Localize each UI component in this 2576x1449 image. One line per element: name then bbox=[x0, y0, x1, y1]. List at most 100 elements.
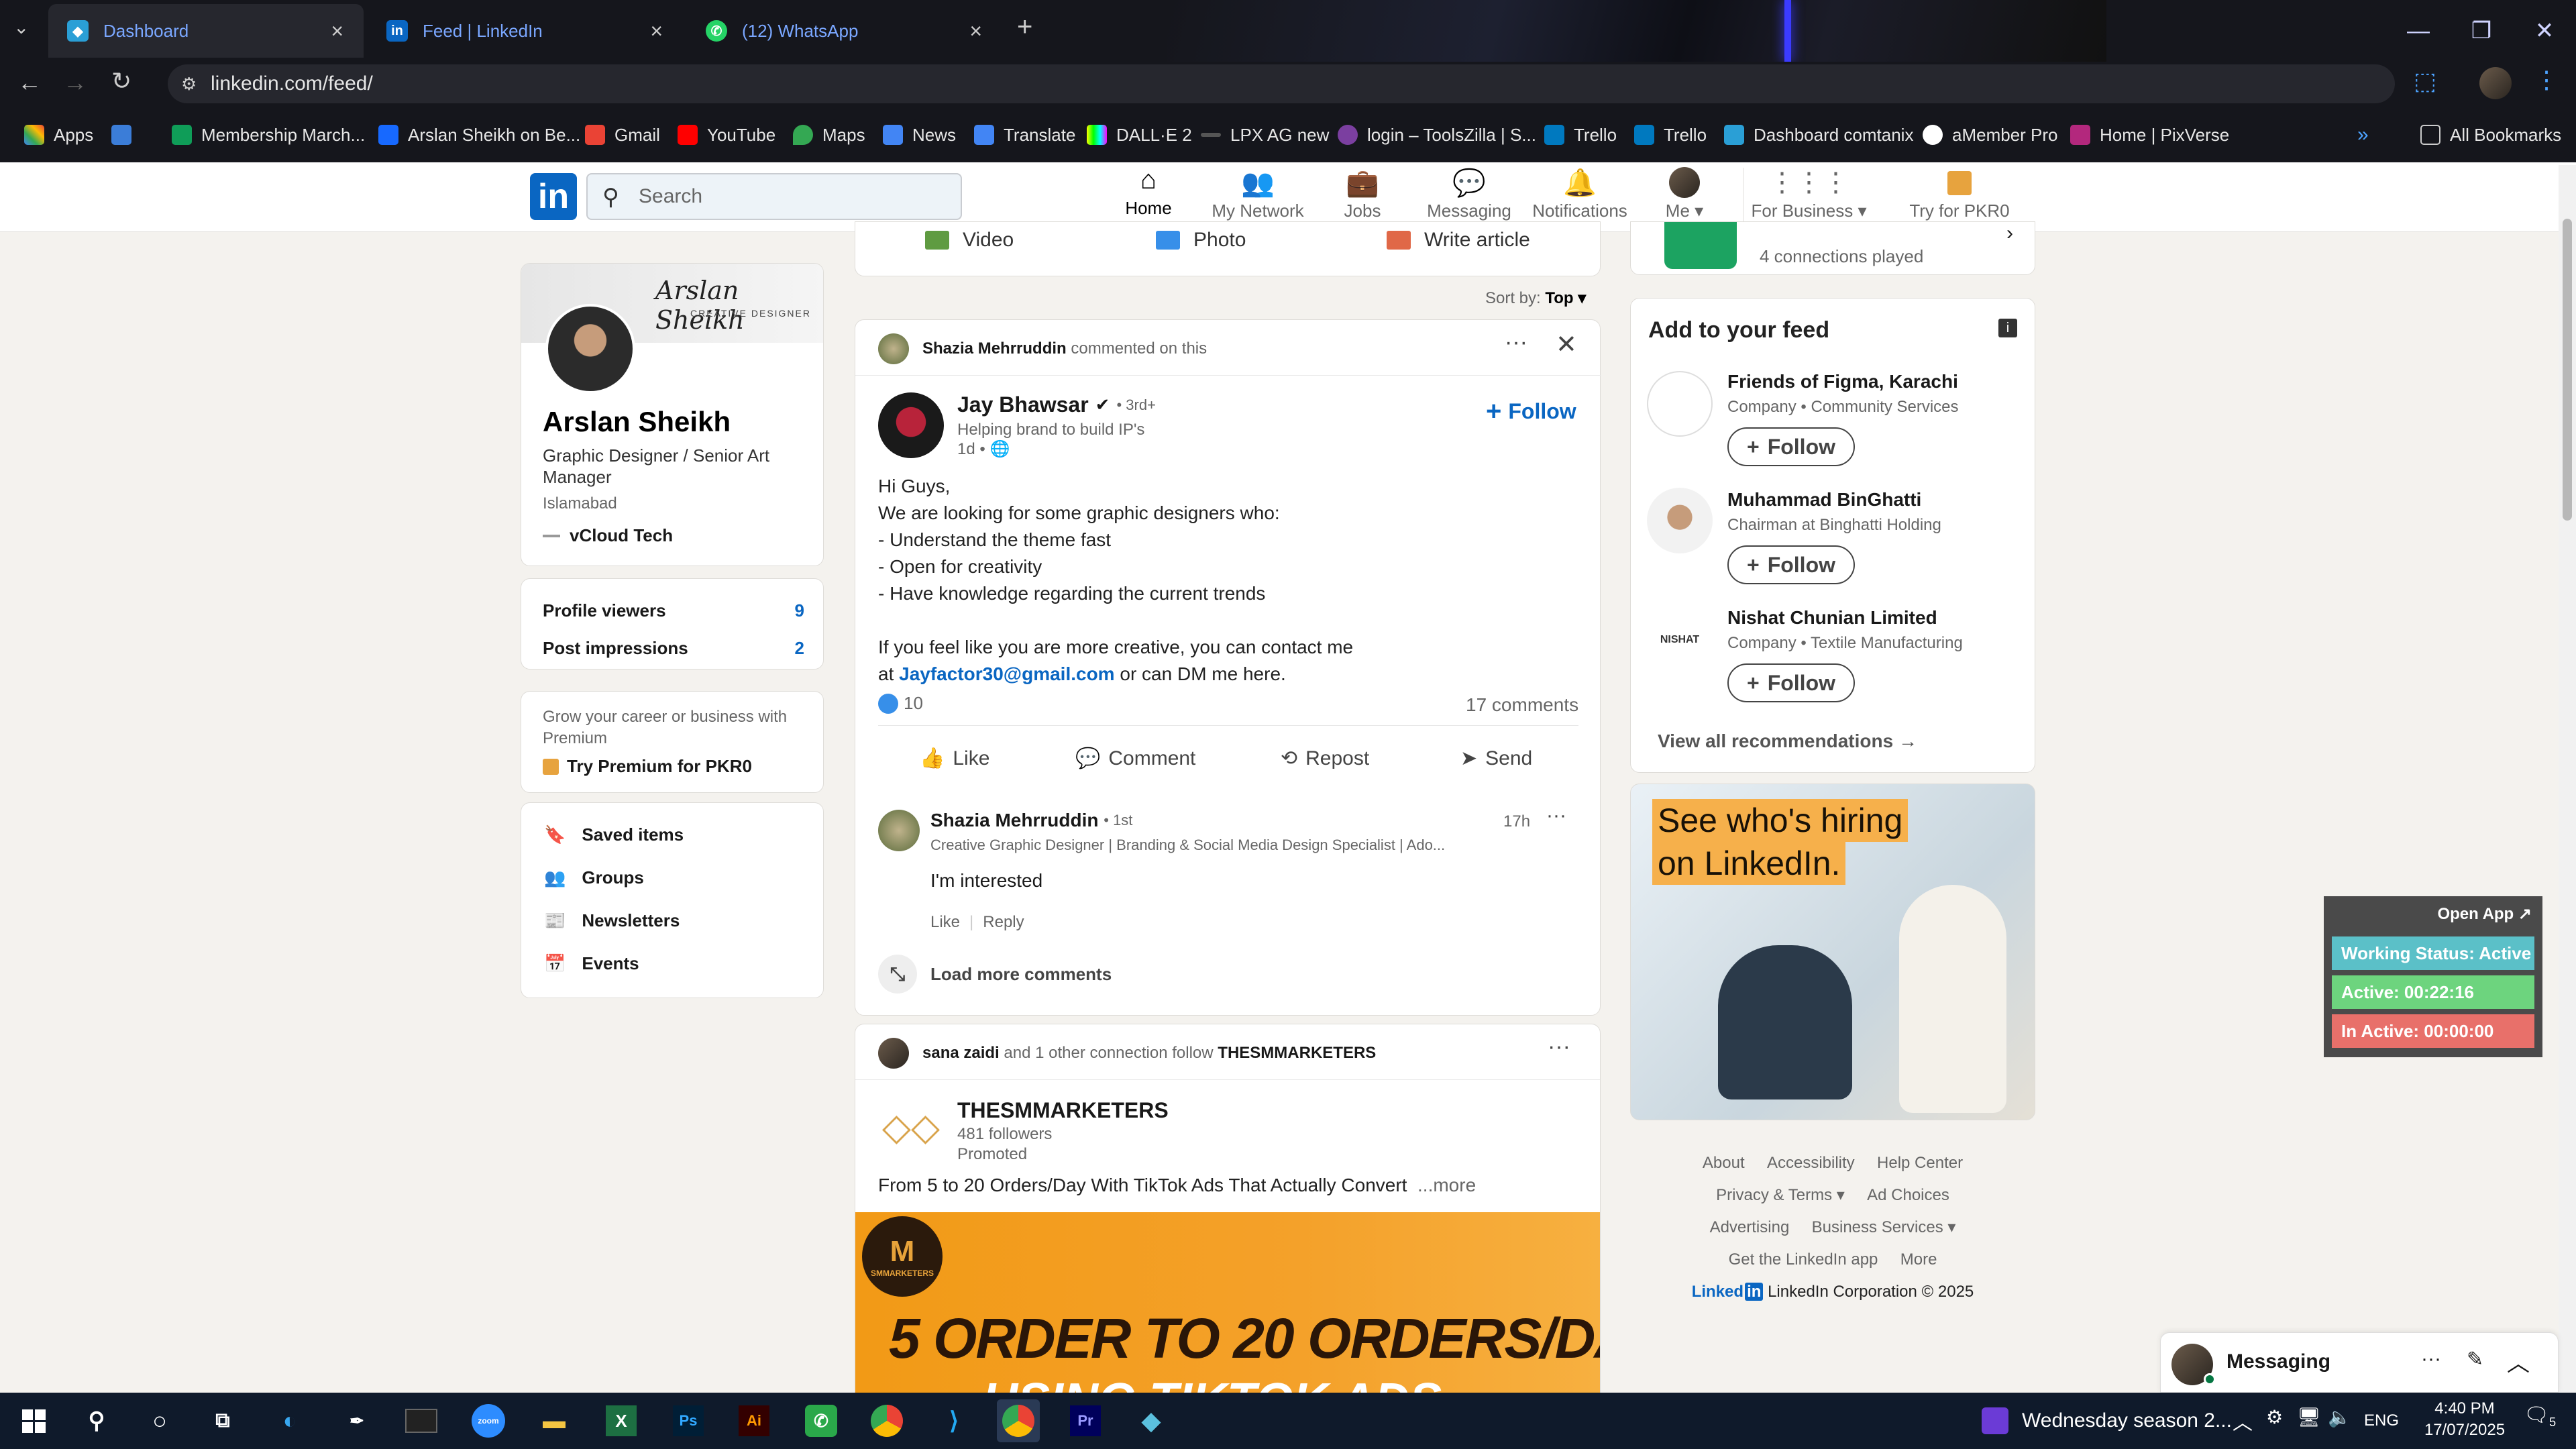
scrollbar-thumb[interactable] bbox=[2563, 219, 2572, 521]
write-article-button[interactable]: Write article bbox=[1387, 229, 1530, 252]
excel-icon[interactable]: X bbox=[600, 1399, 643, 1442]
chevron-up-icon[interactable]: ︿ bbox=[2507, 1345, 2530, 1378]
bookmark-dashboard-comtanix[interactable]: Dashboard comtanix bbox=[1724, 107, 1913, 162]
file-explorer-icon[interactable]: ▬ bbox=[533, 1399, 576, 1442]
clock[interactable]: 4:40 PM 17/07/2025 bbox=[2418, 1398, 2512, 1441]
more-options-icon[interactable]: ··· bbox=[2421, 1348, 2441, 1371]
tab-linkedin[interactable]: in Feed | LinkedIn × bbox=[368, 4, 683, 58]
chrome-active-icon[interactable] bbox=[997, 1399, 1040, 1442]
bookmark-pixverse[interactable]: Home | PixVerse bbox=[2070, 107, 2229, 162]
reaction-count[interactable]: 10 bbox=[878, 693, 923, 714]
vscode-icon[interactable]: ⟩ bbox=[932, 1399, 975, 1442]
close-icon[interactable]: × bbox=[650, 19, 663, 44]
menu-icon[interactable]: ⋮ bbox=[2534, 66, 2559, 94]
comment-reply-button[interactable]: Reply bbox=[983, 913, 1024, 932]
site-info-icon[interactable]: ⚙ bbox=[181, 74, 197, 95]
all-bookmarks[interactable]: All Bookmarks bbox=[2420, 107, 2561, 162]
author-name[interactable]: Jay Bhawsar bbox=[957, 392, 1089, 417]
suggestion-name[interactable]: Nishat Chunian Limited bbox=[1727, 607, 1937, 629]
bookmark-trello-1[interactable]: Trello bbox=[1544, 107, 1617, 162]
comment-like-button[interactable]: Like bbox=[930, 913, 960, 932]
groups-link[interactable]: 👥 Groups bbox=[544, 867, 644, 888]
footer-link[interactable]: Get the LinkedIn app bbox=[1729, 1250, 1878, 1269]
follow-button[interactable]: + Follow bbox=[1486, 396, 1576, 427]
profile-avatar[interactable] bbox=[545, 304, 635, 394]
windows-start-icon[interactable] bbox=[12, 1399, 55, 1442]
footer-link[interactable]: Ad Choices bbox=[1867, 1186, 1949, 1204]
commenter-avatar[interactable] bbox=[878, 810, 920, 851]
bookmark-membership[interactable]: Membership March... bbox=[172, 107, 365, 162]
ad-image[interactable]: MSMMARKETERS 5 ORDER TO 20 ORDERS/DAY US… bbox=[855, 1212, 1600, 1399]
profile-viewers-row[interactable]: Profile viewers 9 bbox=[543, 600, 804, 621]
load-more-comments-button[interactable]: ⤡ Load more comments bbox=[878, 955, 1112, 994]
email-link[interactable]: Jayfactor30@gmail.com bbox=[899, 663, 1114, 684]
search-icon[interactable]: ⚲ bbox=[75, 1399, 118, 1442]
media-widget[interactable]: Wednesday season 2... bbox=[1982, 1407, 2232, 1434]
bookmark-translate[interactable]: Translate bbox=[974, 107, 1075, 162]
author-avatar[interactable] bbox=[878, 392, 944, 458]
bookmark-amember[interactable]: aMember Pro bbox=[1923, 107, 2058, 162]
info-icon[interactable]: i bbox=[1998, 319, 2017, 337]
tab-dashboard[interactable]: ◆ Dashboard × bbox=[48, 4, 364, 58]
more-options-icon[interactable]: ··· bbox=[1505, 329, 1527, 356]
language-indicator[interactable]: ENG bbox=[2364, 1411, 2399, 1430]
open-app-link[interactable]: Open App ↗ bbox=[2437, 904, 2532, 924]
close-icon[interactable]: × bbox=[331, 19, 343, 44]
more-bookmarks-icon[interactable]: » bbox=[2357, 107, 2369, 162]
task-view-icon[interactable]: ⧉ bbox=[201, 1399, 244, 1442]
back-icon[interactable]: ← bbox=[17, 68, 42, 97]
tab-whatsapp[interactable]: ✆ (12) WhatsApp × bbox=[687, 4, 1002, 58]
compose-icon[interactable]: ✎ bbox=[2467, 1348, 2483, 1371]
suggestion-name[interactable]: Muhammad BinGhatti bbox=[1727, 489, 1921, 511]
hiring-ad[interactable]: See who's hiring on LinkedIn. bbox=[1630, 784, 2035, 1120]
see-more-link[interactable]: ...more bbox=[1417, 1175, 1476, 1195]
figma-karachi-logo[interactable] bbox=[1647, 371, 1713, 437]
bookmark-news[interactable]: News bbox=[883, 107, 956, 162]
search-input[interactable]: ⚲ Search bbox=[586, 173, 962, 220]
post-impressions-row[interactable]: Post impressions 2 bbox=[543, 638, 804, 659]
footer-link[interactable]: More bbox=[1900, 1250, 1937, 1269]
follow-button[interactable]: + Follow bbox=[1727, 427, 1855, 466]
close-icon[interactable]: × bbox=[969, 19, 982, 44]
comment-more-icon[interactable]: ··· bbox=[1546, 804, 1566, 827]
bookmark-grid[interactable] bbox=[111, 107, 141, 162]
notification-center-icon[interactable]: 🗨5 bbox=[2524, 1403, 2556, 1430]
network-icon[interactable]: 🖥 bbox=[2297, 1406, 2321, 1428]
photo-button[interactable]: Photo bbox=[1156, 229, 1246, 252]
send-button[interactable]: ➤ Send bbox=[1460, 747, 1532, 770]
profile-avatar[interactable] bbox=[2479, 67, 2512, 99]
bookmark-lpx[interactable]: LPX AG new bbox=[1201, 107, 1329, 162]
bookmark-maps[interactable]: Maps bbox=[793, 107, 865, 162]
footer-link[interactable]: Privacy & Terms ▾ bbox=[1716, 1186, 1845, 1204]
extensions-icon[interactable]: ⬚ bbox=[2414, 67, 2436, 95]
new-tab-button[interactable]: + bbox=[1017, 12, 1032, 42]
more-options-icon[interactable]: ··· bbox=[1548, 1034, 1570, 1060]
bookmark-gmail[interactable]: Gmail bbox=[585, 107, 660, 162]
saved-items-link[interactable]: 🔖 Saved items bbox=[544, 824, 684, 845]
bookmark-trello-2[interactable]: Trello bbox=[1634, 107, 1707, 162]
premium-link[interactable]: Try Premium for PKR0 bbox=[543, 756, 752, 777]
chevron-right-icon[interactable]: › bbox=[2006, 222, 2013, 245]
tab-search-icon[interactable]: ⌄ bbox=[13, 16, 29, 38]
phone-link-icon[interactable]: ✆ bbox=[800, 1399, 843, 1442]
bookmark-youtube[interactable]: YouTube bbox=[678, 107, 775, 162]
video-button[interactable]: Video bbox=[925, 229, 1014, 252]
events-link[interactable]: 📅 Events bbox=[544, 953, 639, 974]
newsletters-link[interactable]: 📰 Newsletters bbox=[544, 910, 680, 931]
forward-icon[interactable]: → bbox=[63, 68, 87, 97]
footer-link[interactable]: Accessibility bbox=[1767, 1154, 1855, 1172]
company-name[interactable]: THESMMARKETERS bbox=[957, 1098, 1169, 1123]
like-button[interactable]: 👍 Like bbox=[920, 747, 989, 770]
premium-card[interactable]: Grow your career or business with Premiu… bbox=[521, 691, 824, 793]
view-all-recommendations-link[interactable]: View all recommendations → bbox=[1658, 731, 1917, 752]
page-scrollbar[interactable] bbox=[2559, 165, 2576, 1393]
terminal-icon[interactable] bbox=[400, 1399, 443, 1442]
url-field[interactable]: ⚙ linkedin.com/feed/ bbox=[168, 64, 2395, 103]
footer-link[interactable]: Help Center bbox=[1877, 1154, 1963, 1172]
nishat-logo[interactable]: NISHAT bbox=[1647, 607, 1713, 673]
footer-link[interactable]: Business Services ▾ bbox=[1812, 1218, 1956, 1236]
minimize-button[interactable]: — bbox=[2387, 0, 2450, 62]
illustrator-icon[interactable]: Ai bbox=[733, 1399, 775, 1442]
edge-icon[interactable]: ◐ bbox=[268, 1399, 311, 1442]
bookmark-toolszilla[interactable]: login – ToolsZilla | S... bbox=[1338, 107, 1536, 162]
